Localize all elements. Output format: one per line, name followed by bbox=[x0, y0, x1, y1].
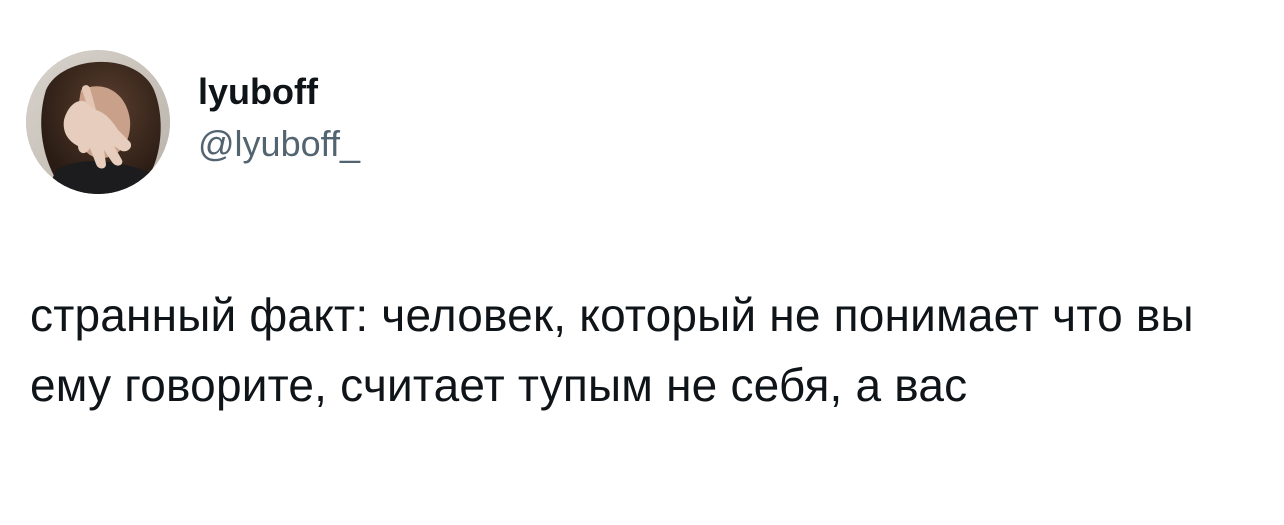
author-names: lyuboff @lyuboff_ bbox=[198, 70, 360, 166]
display-name[interactable]: lyuboff bbox=[198, 70, 360, 114]
tweet-card: lyuboff @lyuboff_ странный факт: человек… bbox=[0, 0, 1284, 525]
avatar[interactable] bbox=[26, 50, 170, 194]
profile-photo-icon bbox=[26, 50, 170, 194]
handle[interactable]: @lyuboff_ bbox=[198, 122, 360, 166]
tweet-text: странный факт: человек, который не поним… bbox=[30, 289, 1194, 411]
tweet-header: lyuboff @lyuboff_ bbox=[26, 50, 360, 194]
